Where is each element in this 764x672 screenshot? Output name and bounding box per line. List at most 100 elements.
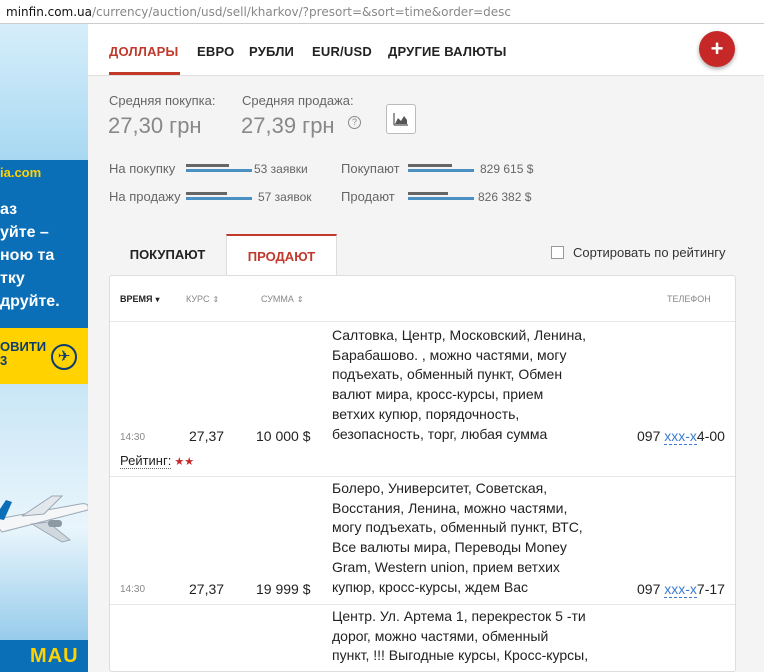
buyers-amount: 829 615 $ [480,162,534,176]
bar-top [408,164,452,167]
description-line: пункт, !!! Выгодные курсы, Кросс-курсы, [332,647,589,664]
buy-requests-bar [186,164,252,174]
column-header-time[interactable]: ВРЕМЯ ▾ [120,294,160,304]
description-line: Gram, Western union, прием ветхих [332,558,560,575]
ad-promo-line: уйте – [0,224,49,241]
airplane-icon: ✈ [51,344,77,370]
ad-cta-line: ОВИТИ [0,339,47,354]
ad-cta-button[interactable]: ОВИТИ 3 ✈ [0,328,88,384]
ad-promo-line: друйте. [0,293,60,310]
rating-label[interactable]: Рейтинг: [120,453,172,469]
sellers-amount: 826 382 $ [478,190,532,204]
offer-rate: 27,37 [189,428,225,444]
nav-item-rubles[interactable]: РУБЛИ [249,44,294,59]
buyers-bar [408,164,474,174]
bar-bottom [186,169,252,172]
side-advertisement[interactable]: ia.com аз уйте – ною та тку друйте. ОВИТ… [0,24,88,672]
description-line: подъехать, обменный пункт, Обмен [332,366,563,383]
airplane-image [0,495,88,543]
description-line: валют мира, кросс-курсы, прием [332,386,544,403]
description-line: Болеро, Университет, Советская, [332,480,548,496]
phone-suffix: 7-17 [696,581,725,597]
sort-by-rating-label[interactable]: Сортировать по рейтингу [573,245,726,260]
tab-selling[interactable]: ПРОДАЮТ [226,234,337,276]
ad-promo-line: ною та [0,247,55,264]
offer-phone: 097 ххх-х7-17 [637,581,725,598]
ad-promo-text: аз уйте – ною та тку друйте. [0,198,88,313]
column-header-rate-label: КУРС [186,294,210,304]
url-host: minfin.com.ua [6,5,93,19]
offer-phone: 097 ххх-х4-00 [637,428,725,445]
offer-rate: 27,37 [189,581,225,597]
offer-time: 14:30 [120,432,146,443]
sell-requests-bar [186,192,252,202]
bar-bottom [186,197,252,200]
add-bid-button[interactable]: + [699,31,735,67]
sort-desc-icon: ▾ [155,295,160,304]
table-row: Салтовка, Центр, Московский, Ленина, Бар… [110,322,735,477]
offers-table: ВРЕМЯ ▾ КУРС ⇕ СУММА ⇕ ТЕЛЕФОН Салтовка, Це… [109,275,736,672]
ad-promo-line: тку [0,270,25,287]
offer-description: Салтовка, Центр, Московский, Ленина, Бар… [332,326,614,444]
address-bar[interactable]: minfin.com.ua/currency/auction/usd/sell/… [0,0,764,24]
sort-by-rating-checkbox[interactable] [551,246,564,259]
column-header-time-label: ВРЕМЯ [120,294,153,304]
chart-button[interactable] [386,104,416,134]
offer-sum: 10 000 $ [256,428,311,444]
active-tab-underline [109,72,180,75]
avg-buy-value: 27,30 грн [108,113,202,138]
description-line: безопасность, торг, любая сумма [332,425,548,442]
show-phone-link[interactable]: ххх-х [664,581,697,598]
star-icon: ★★ [174,456,195,468]
nav-item-dollars[interactable]: ДОЛЛАРЫ [109,44,178,59]
avg-sell-value: 27,39 грн [241,113,335,138]
bar-top [186,164,229,167]
bar-top [186,192,227,195]
description-line: Барабашово. , можно частями, могу [332,346,567,363]
nav-item-other-currencies[interactable]: ДРУГИЕ ВАЛЮТЫ [388,44,507,59]
nav-item-eur-usd[interactable]: EUR/USD [312,44,372,59]
area-chart-icon [393,113,408,126]
url-path: /currency/auction/usd/sell/kharkov/?pres… [92,5,512,19]
column-header-sum-label: СУММА [261,294,294,304]
currency-nav: ДОЛЛАРЫ ЕВРО РУБЛИ EUR/USD ДРУГИЕ ВАЛЮТЫ… [88,24,764,76]
ad-promo-line: аз [0,201,18,218]
column-header-rate[interactable]: КУРС ⇕ [186,294,219,304]
ad-site-name: ia.com [0,165,42,180]
ad-logo: MAU [0,640,88,672]
description-line: ветхих купюр, порядочность, [332,405,520,422]
description-line: Восстания, Ленина, можно частями, [332,499,568,516]
description-line: Центр. Ул. Артема 1, перекресток 5 -ти [332,608,586,624]
sell-requests-count: 57 заявок [258,190,312,204]
phone-prefix: 097 [637,428,665,444]
description-line: купюр, кросс-курсы, ждем Вас [332,578,528,595]
bar-bottom [408,169,474,172]
buy-requests-label: На покупку [109,161,176,176]
nav-item-euro[interactable]: ЕВРО [197,44,234,59]
buyers-label: Покупают [341,161,400,176]
seller-rating: Рейтинг: ★★ [120,453,195,469]
description-line: могу подъехать, обменный пункт, ВТС, [332,519,583,536]
help-icon[interactable]: ? [348,116,361,129]
description-line: Все валюты мира, Переводы Money [332,539,567,556]
sellers-label: Продают [341,189,395,204]
ad-cta-line: 3 [0,353,8,368]
offer-time: 14:30 [120,584,146,595]
currency-auction-page: ДОЛЛАРЫ ЕВРО РУБЛИ EUR/USD ДРУГИЕ ВАЛЮТЫ… [88,24,764,672]
phone-prefix: 097 [637,581,665,597]
sort-both-icon: ⇕ [296,295,304,304]
ad-sky-band [0,24,88,160]
tab-buying[interactable]: ПОКУПАЮТ [109,234,226,276]
table-row: Центр. Ул. Артема 1, перекресток 5 -ти д… [110,605,735,671]
show-phone-link[interactable]: ххх-х [664,428,697,445]
sort-both-icon: ⇕ [212,295,220,304]
bar-bottom [408,197,474,200]
offer-sum: 19 999 $ [256,581,311,597]
table-header: ВРЕМЯ ▾ КУРС ⇕ СУММА ⇕ ТЕЛЕФОН [110,276,735,322]
column-header-sum[interactable]: СУММА ⇕ [261,294,304,304]
offer-description: Болеро, Университет, Советская, Восстани… [332,479,614,597]
avg-sell-label: Средняя продажа: [242,93,354,108]
sell-requests-label: На продажу [109,189,181,204]
avg-buy-label: Средняя покупка: [109,93,216,108]
description-line: Салтовка, Центр, Московский, Ленина, [332,327,586,343]
